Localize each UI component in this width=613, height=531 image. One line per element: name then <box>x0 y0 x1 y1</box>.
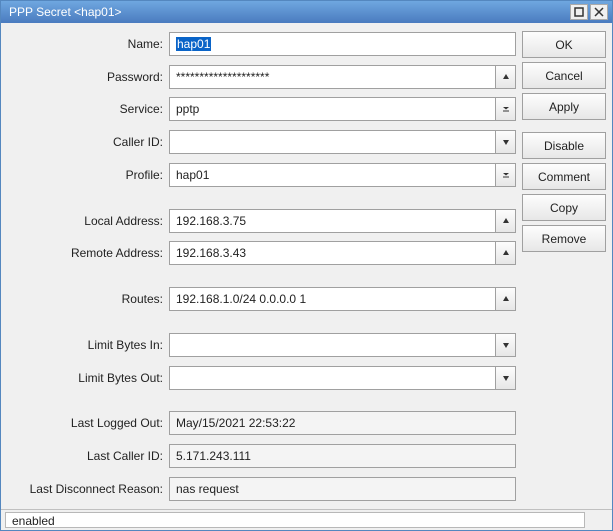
separator <box>7 400 516 401</box>
triangle-up-icon <box>502 73 510 81</box>
label-password: Password: <box>7 70 169 84</box>
ok-button[interactable]: OK <box>522 31 606 58</box>
copy-button[interactable]: Copy <box>522 194 606 221</box>
client-area: Name: hap01 Password: ******************… <box>1 23 612 509</box>
remote-address-input[interactable]: 192.168.3.43 <box>169 241 496 265</box>
label-last-logged-out: Last Logged Out: <box>7 416 169 430</box>
label-routes: Routes: <box>7 292 169 306</box>
row-profile: Profile: hap01 <box>7 162 516 188</box>
service-dropdown-button[interactable] <box>496 97 516 121</box>
triangle-down-icon <box>502 341 510 349</box>
caller-id-input[interactable] <box>169 130 496 154</box>
close-button[interactable] <box>590 4 608 20</box>
close-icon <box>594 7 604 17</box>
remote-address-toggle[interactable] <box>496 241 516 265</box>
row-caller-id: Caller ID: <box>7 129 516 155</box>
routes-input[interactable]: 192.168.1.0/24 0.0.0.0 1 <box>169 287 496 311</box>
triangle-up-icon <box>502 295 510 303</box>
label-limit-bytes-out: Limit Bytes Out: <box>7 371 169 385</box>
label-last-disconnect-reason: Last Disconnect Reason: <box>7 482 169 496</box>
label-name: Name: <box>7 37 169 51</box>
local-address-toggle[interactable] <box>496 209 516 233</box>
row-last-caller-id: Last Caller ID: 5.171.243.111 <box>7 443 516 469</box>
separator <box>7 321 516 322</box>
label-profile: Profile: <box>7 168 169 182</box>
separator <box>7 197 516 198</box>
statusbar: enabled <box>1 509 612 530</box>
row-limit-bytes-out: Limit Bytes Out: <box>7 365 516 391</box>
restore-button[interactable] <box>570 4 588 20</box>
label-limit-bytes-in: Limit Bytes In: <box>7 338 169 352</box>
label-last-caller-id: Last Caller ID: <box>7 449 169 463</box>
dropdown-arrow-icon <box>502 171 510 179</box>
restore-icon <box>574 7 584 17</box>
password-input[interactable]: ******************** <box>169 65 496 89</box>
cancel-button[interactable]: Cancel <box>522 62 606 89</box>
last-disconnect-reason-field: nas request <box>169 477 516 501</box>
window-title: PPP Secret <hap01> <box>5 5 570 19</box>
form-column: Name: hap01 Password: ******************… <box>7 31 516 509</box>
row-last-logged-out: Last Logged Out: May/15/2021 22:53:22 <box>7 411 516 437</box>
profile-select[interactable]: hap01 <box>169 163 496 187</box>
row-name: Name: hap01 <box>7 31 516 57</box>
remove-button[interactable]: Remove <box>522 225 606 252</box>
limit-bytes-in-input[interactable] <box>169 333 496 357</box>
disable-button[interactable]: Disable <box>522 132 606 159</box>
password-toggle[interactable] <box>496 65 516 89</box>
limit-bytes-out-toggle[interactable] <box>496 366 516 390</box>
button-column: OK Cancel Apply Disable Comment Copy Rem… <box>522 31 606 509</box>
triangle-up-icon <box>502 217 510 225</box>
label-local-address: Local Address: <box>7 214 169 228</box>
triangle-down-icon <box>502 374 510 382</box>
row-local-address: Local Address: 192.168.3.75 <box>7 208 516 234</box>
comment-button[interactable]: Comment <box>522 163 606 190</box>
titlebar-buttons <box>570 4 608 20</box>
limit-bytes-out-input[interactable] <box>169 366 496 390</box>
titlebar: PPP Secret <hap01> <box>1 1 612 23</box>
service-select[interactable]: pptp <box>169 97 496 121</box>
row-routes: Routes: 192.168.1.0/24 0.0.0.0 1 <box>7 286 516 312</box>
row-last-disconnect-reason: Last Disconnect Reason: nas request <box>7 476 516 502</box>
name-value: hap01 <box>176 37 211 51</box>
row-remote-address: Remote Address: 192.168.3.43 <box>7 241 516 267</box>
triangle-up-icon <box>502 249 510 257</box>
row-password: Password: ******************** <box>7 64 516 90</box>
row-service: Service: pptp <box>7 97 516 123</box>
dropdown-arrow-icon <box>502 105 510 113</box>
label-service: Service: <box>7 102 169 116</box>
status-text: enabled <box>5 512 585 528</box>
routes-toggle[interactable] <box>496 287 516 311</box>
triangle-down-icon <box>502 138 510 146</box>
separator <box>7 275 516 276</box>
label-remote-address: Remote Address: <box>7 246 169 260</box>
row-limit-bytes-in: Limit Bytes In: <box>7 332 516 358</box>
last-logged-out-field: May/15/2021 22:53:22 <box>169 411 516 435</box>
profile-dropdown-button[interactable] <box>496 163 516 187</box>
local-address-input[interactable]: 192.168.3.75 <box>169 209 496 233</box>
label-caller-id: Caller ID: <box>7 135 169 149</box>
last-caller-id-field: 5.171.243.111 <box>169 444 516 468</box>
limit-bytes-in-toggle[interactable] <box>496 333 516 357</box>
caller-id-toggle[interactable] <box>496 130 516 154</box>
name-input[interactable]: hap01 <box>169 32 516 56</box>
window: PPP Secret <hap01> Name: hap01 Password: <box>0 0 613 531</box>
apply-button[interactable]: Apply <box>522 93 606 120</box>
